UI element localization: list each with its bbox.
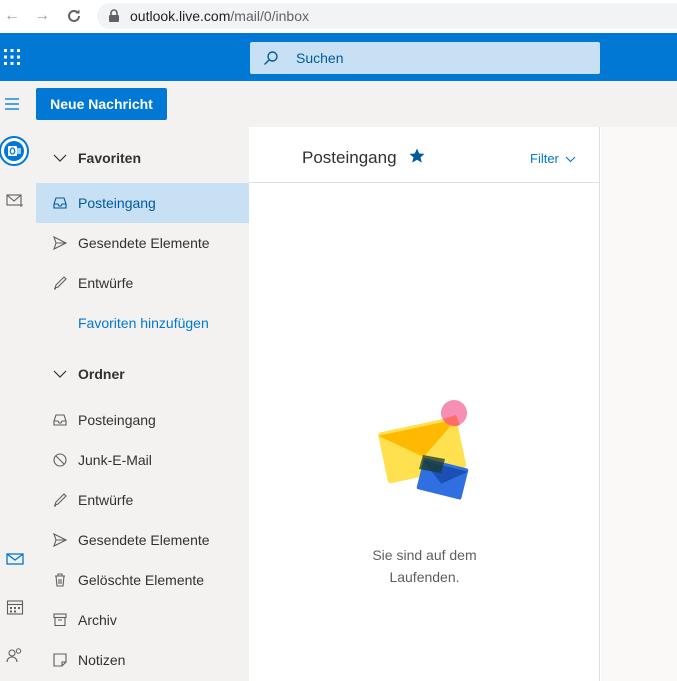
- pencil-icon: [54, 276, 67, 290]
- favorite-item-label: Entwürfe: [78, 275, 134, 291]
- back-icon[interactable]: ←: [2, 6, 22, 26]
- folder-item-label: Gelöschte Elemente: [78, 572, 205, 588]
- send-icon: [53, 235, 68, 251]
- people-icon[interactable]: [0, 640, 30, 670]
- empty-state-line-1: Sie sind auf dem: [372, 547, 477, 563]
- message-list: Posteingang Filter Sie sind auf dem Lauf…: [249, 127, 600, 681]
- folder-item-notes[interactable]: Notizen: [36, 640, 249, 680]
- url-host: outlook.live.com: [130, 8, 231, 24]
- message-list-header: Posteingang Filter: [249, 127, 600, 183]
- folders-header-label: Ordner: [78, 366, 125, 382]
- forward-icon[interactable]: →: [32, 6, 52, 26]
- archive-icon: [53, 613, 67, 627]
- folder-item-archive[interactable]: Archiv: [36, 600, 249, 640]
- favorite-item-label: Gesendete Elemente: [78, 235, 210, 251]
- favorites-header[interactable]: Favoriten: [36, 138, 249, 178]
- block-icon: [53, 453, 67, 467]
- browser-toolbar: ← → outlook.live.com/mail/0/inbox: [0, 0, 677, 33]
- folder-item-label: Entwürfe: [78, 492, 134, 508]
- lock-icon: [109, 9, 119, 22]
- send-icon: [53, 532, 68, 548]
- command-bar: Neue Nachricht: [0, 81, 677, 127]
- search-placeholder: Suchen: [296, 50, 344, 66]
- folder-item-label: Notizen: [78, 652, 126, 668]
- folder-item-label: Posteingang: [78, 412, 156, 428]
- trash-icon: [55, 573, 65, 587]
- favorite-item-inbox[interactable]: Posteingang: [36, 183, 249, 223]
- filter-button[interactable]: Filter: [530, 151, 576, 166]
- app-header: Suchen: [0, 33, 677, 81]
- url-text[interactable]: outlook.live.com/mail/0/inbox: [130, 8, 309, 24]
- app-rail: [0, 127, 36, 681]
- search-input[interactable]: Suchen: [250, 42, 600, 74]
- reload-icon[interactable]: [64, 6, 84, 26]
- chevron-down-icon: [565, 156, 575, 163]
- inbox-icon: [53, 197, 67, 209]
- url-path: /mail/0/inbox: [230, 8, 309, 24]
- outlook-app-icon[interactable]: [0, 136, 29, 166]
- pencil-icon: [54, 493, 67, 507]
- mail-icon[interactable]: [0, 544, 30, 574]
- favorite-item-drafts[interactable]: Entwürfe: [36, 263, 249, 303]
- calendar-icon[interactable]: [0, 592, 30, 622]
- empty-inbox-illustration: [378, 398, 469, 500]
- folder-item-junk[interactable]: Junk-E-Mail: [36, 440, 249, 480]
- note-icon: [53, 653, 67, 667]
- inbox-icon: [53, 414, 67, 426]
- folder-item-label: Archiv: [78, 612, 117, 628]
- folder-item-label: Gesendete Elemente: [78, 532, 210, 548]
- app-launcher-icon[interactable]: [2, 47, 22, 67]
- address-bar[interactable]: outlook.live.com/mail/0/inbox: [97, 3, 677, 29]
- folder-item-inbox[interactable]: Posteingang: [36, 400, 249, 440]
- filter-label: Filter: [530, 151, 559, 166]
- favorite-item-label: Posteingang: [78, 195, 156, 211]
- new-mail-app-icon[interactable]: [0, 185, 30, 215]
- empty-state-message: Sie sind auf dem Laufenden.: [249, 544, 600, 588]
- folder-pane: Favoriten Posteingang Gesendete Elemente…: [36, 127, 249, 681]
- chevron-down-icon: [53, 154, 67, 162]
- folder-title: Posteingang: [302, 148, 397, 167]
- favorite-item-sent[interactable]: Gesendete Elemente: [36, 223, 249, 263]
- folders-header[interactable]: Ordner: [36, 354, 249, 394]
- star-icon[interactable]: [408, 147, 426, 165]
- favorites-header-label: Favoriten: [78, 150, 142, 166]
- search-icon: [264, 51, 278, 65]
- chevron-down-icon: [53, 370, 67, 378]
- hamburger-menu-icon[interactable]: [4, 97, 20, 111]
- empty-state-line-2: Laufenden.: [389, 569, 460, 585]
- folder-item-sent[interactable]: Gesendete Elemente: [36, 520, 249, 560]
- new-message-button[interactable]: Neue Nachricht: [36, 88, 167, 120]
- folder-item-deleted[interactable]: Gelöschte Elemente: [36, 560, 249, 600]
- folder-item-label: Junk-E-Mail: [78, 452, 152, 468]
- reading-pane: [601, 127, 677, 681]
- folder-item-drafts[interactable]: Entwürfe: [36, 480, 249, 520]
- add-favorite-link[interactable]: Favoriten hinzufügen: [36, 303, 249, 343]
